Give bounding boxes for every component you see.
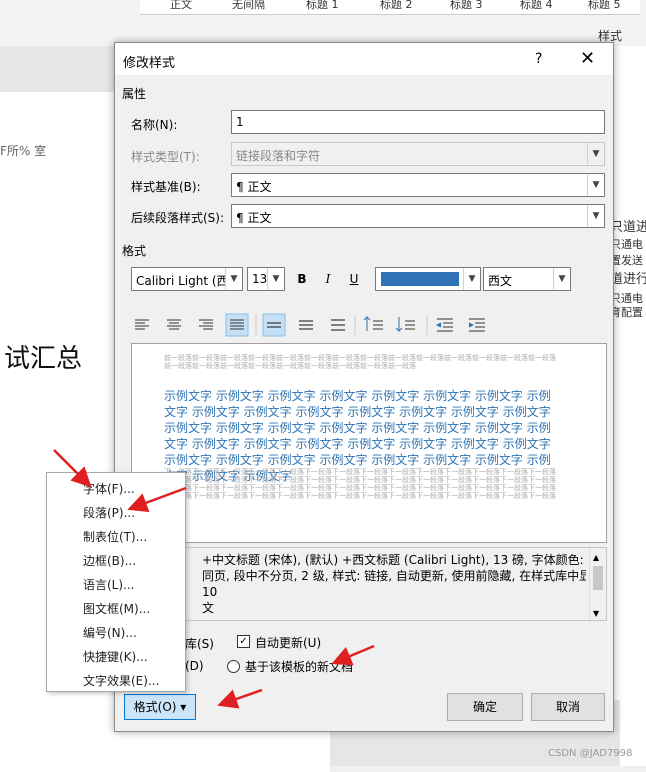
arrow-to-font [53, 449, 92, 488]
arrow-to-new-docs [331, 644, 375, 666]
annotation-arrows [53, 449, 375, 709]
arrow-to-paragraph [127, 486, 187, 513]
arrow-to-format-button [217, 688, 263, 709]
watermark: CSDN @JAD7998 [548, 748, 633, 759]
